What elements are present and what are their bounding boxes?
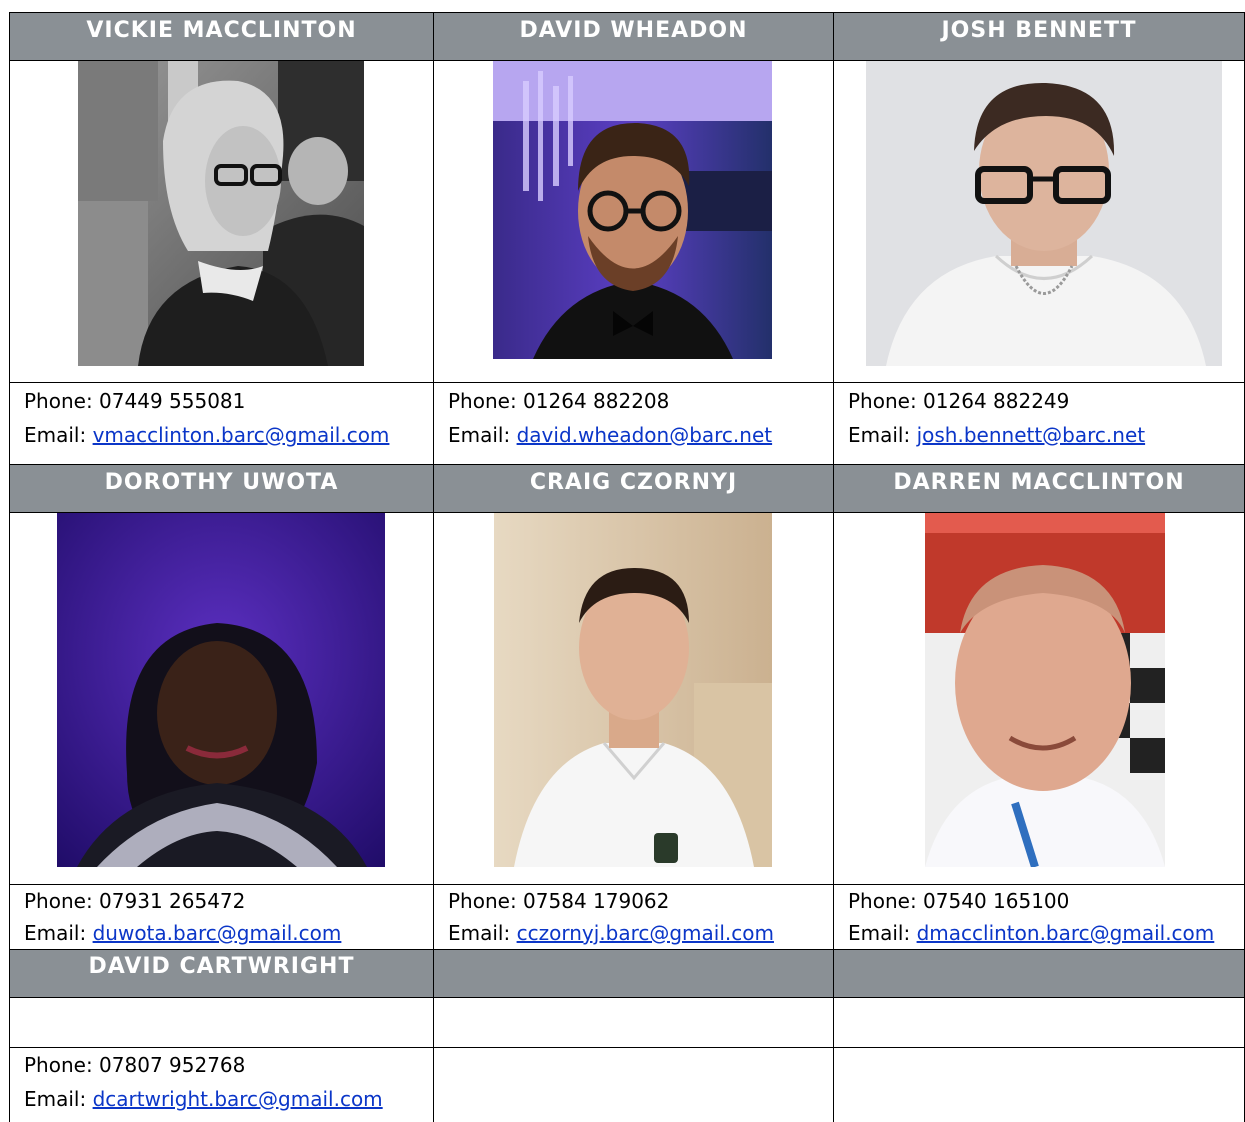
header-cell: DAVID WHEADON [433, 12, 833, 60]
contact-cell-empty [433, 1047, 833, 1122]
contact-row-1: Phone: 07449 555081 Email: vmacclinton.b… [9, 382, 1245, 464]
email-link[interactable]: cczornyj.barc@gmail.com [517, 921, 774, 945]
header-cell: JOSH BENNETT [833, 12, 1245, 60]
photo-cell-empty [9, 997, 433, 1047]
email-line: Email: duwota.barc@gmail.com [24, 917, 433, 949]
phone-text: Phone: 07931 265472 [24, 889, 246, 913]
email-line: Email: cczornyj.barc@gmail.com [448, 917, 833, 949]
email-link[interactable]: dcartwright.barc@gmail.com [93, 1087, 383, 1111]
contact-cell: Phone: 01264 882249 Email: josh.bennett@… [833, 382, 1245, 464]
phone-text: Phone: 01264 882249 [848, 389, 1070, 413]
email-link[interactable]: vmacclinton.barc@gmail.com [93, 423, 390, 447]
photo-david-wheadon [493, 61, 772, 359]
photo-cell [433, 60, 833, 382]
photo-cell-empty [433, 997, 833, 1047]
photo-row-2 [9, 512, 1245, 884]
email-label: Email: [448, 423, 517, 447]
email-line: Email: vmacclinton.barc@gmail.com [24, 418, 433, 452]
header-cell: DAVID CARTWRIGHT [9, 949, 433, 997]
contact-cell: Phone: 07540 165100 Email: dmacclinton.b… [833, 884, 1245, 949]
email-line: Email: josh.bennett@barc.net [848, 418, 1244, 452]
email-label: Email: [848, 423, 917, 447]
contact-name: CRAIG CZORNYJ [529, 470, 738, 495]
photo-cell [9, 512, 433, 884]
photo-cell [9, 60, 433, 382]
photo-vickie-macclinton [78, 61, 364, 366]
photo-craig-czornyj [494, 513, 772, 867]
header-row-2: DOROTHY UWOTA CRAIG CZORNYJ DARREN MACCL… [9, 464, 1245, 512]
contact-cell: Phone: 01264 882208 Email: david.wheadon… [433, 382, 833, 464]
contact-name: DARREN MACCLINTON [893, 470, 1185, 495]
email-line: Email: dcartwright.barc@gmail.com [24, 1082, 433, 1116]
email-line: Email: david.wheadon@barc.net [448, 418, 833, 452]
email-link[interactable]: josh.bennett@barc.net [917, 423, 1146, 447]
email-label: Email: [448, 921, 517, 945]
contact-name: JOSH BENNETT [941, 18, 1137, 43]
phone-text: Phone: 01264 882208 [448, 389, 670, 413]
header-cell: VICKIE MACCLINTON [9, 12, 433, 60]
header-cell: DARREN MACCLINTON [833, 464, 1245, 512]
email-link[interactable]: dmacclinton.barc@gmail.com [917, 921, 1215, 945]
email-label: Email: [848, 921, 917, 945]
contact-row-3: Phone: 07807 952768 Email: dcartwright.b… [9, 1047, 1245, 1122]
photo-cell [833, 60, 1245, 382]
contact-name: DOROTHY UWOTA [104, 470, 339, 495]
contact-cell: Phone: 07449 555081 Email: vmacclinton.b… [9, 382, 433, 464]
photo-darren-macclinton [925, 513, 1165, 867]
email-line: Email: dmacclinton.barc@gmail.com [848, 917, 1244, 949]
phone-text: Phone: 07449 555081 [24, 389, 246, 413]
photo-cell [833, 512, 1245, 884]
contacts-table: VICKIE MACCLINTON DAVID WHEADON JOSH BEN… [9, 12, 1245, 1122]
email-link[interactable]: david.wheadon@barc.net [517, 423, 773, 447]
contact-name: DAVID CARTWRIGHT [88, 954, 355, 979]
email-link[interactable]: duwota.barc@gmail.com [93, 921, 342, 945]
photo-cell-empty [833, 997, 1245, 1047]
header-cell: CRAIG CZORNYJ [433, 464, 833, 512]
header-cell: DOROTHY UWOTA [9, 464, 433, 512]
phone-text: Phone: 07584 179062 [448, 889, 670, 913]
photo-row-3 [9, 997, 1245, 1047]
header-cell-empty [433, 949, 833, 997]
contact-name: VICKIE MACCLINTON [86, 18, 357, 43]
photo-row-1 [9, 60, 1245, 382]
header-cell-empty [833, 949, 1245, 997]
contact-cell-empty [833, 1047, 1245, 1122]
header-row-3: DAVID CARTWRIGHT [9, 949, 1245, 997]
contact-cell: Phone: 07931 265472 Email: duwota.barc@g… [9, 884, 433, 949]
phone-text: Phone: 07807 952768 [24, 1053, 246, 1077]
email-label: Email: [24, 423, 93, 447]
email-label: Email: [24, 1087, 93, 1111]
email-label: Email: [24, 921, 93, 945]
phone-text: Phone: 07540 165100 [848, 889, 1070, 913]
header-row-1: VICKIE MACCLINTON DAVID WHEADON JOSH BEN… [9, 12, 1245, 60]
photo-dorothy-uwota [57, 513, 385, 867]
photo-cell [433, 512, 833, 884]
contact-cell: Phone: 07807 952768 Email: dcartwright.b… [9, 1047, 433, 1122]
contact-name: DAVID WHEADON [519, 18, 748, 43]
contact-row-2: Phone: 07931 265472 Email: duwota.barc@g… [9, 884, 1245, 949]
contact-cell: Phone: 07584 179062 Email: cczornyj.barc… [433, 884, 833, 949]
photo-josh-bennett [866, 61, 1222, 366]
